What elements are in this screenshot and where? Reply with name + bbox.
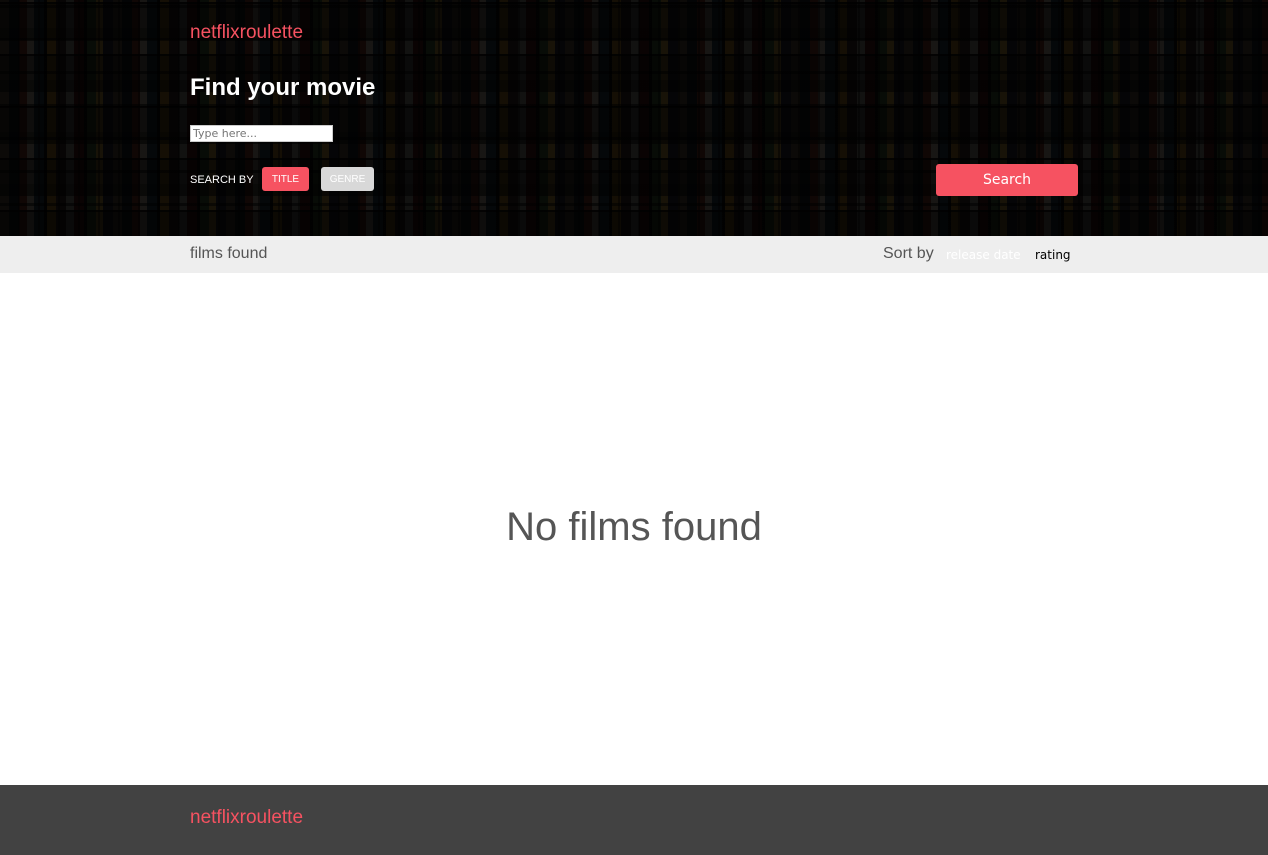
results-bar: films found Sort by release date rating	[0, 236, 1268, 273]
results-area: No films found	[0, 273, 1268, 785]
sort-by-label: Sort by	[883, 245, 934, 262]
footer-logo[interactable]: netflixroulette	[190, 807, 303, 829]
page-title: Find your movie	[190, 74, 376, 101]
logo[interactable]: netflixroulette	[190, 22, 303, 44]
search-by-title-button[interactable]: TITLE	[262, 167, 309, 191]
search-by-label: SEARCH BY	[190, 174, 254, 186]
sort-release-date[interactable]: release date	[946, 248, 1021, 262]
search-by-genre-button[interactable]: GENRE	[321, 167, 374, 191]
footer: netflixroulette	[0, 785, 1268, 855]
sort-rating[interactable]: rating	[1035, 248, 1071, 262]
search-input[interactable]	[190, 125, 333, 142]
empty-state-message: No films found	[506, 505, 762, 549]
header: netflixroulette Find your movie SEARCH B…	[0, 0, 1268, 236]
search-button[interactable]: Search	[936, 164, 1078, 196]
films-found-count: films found	[190, 245, 268, 262]
